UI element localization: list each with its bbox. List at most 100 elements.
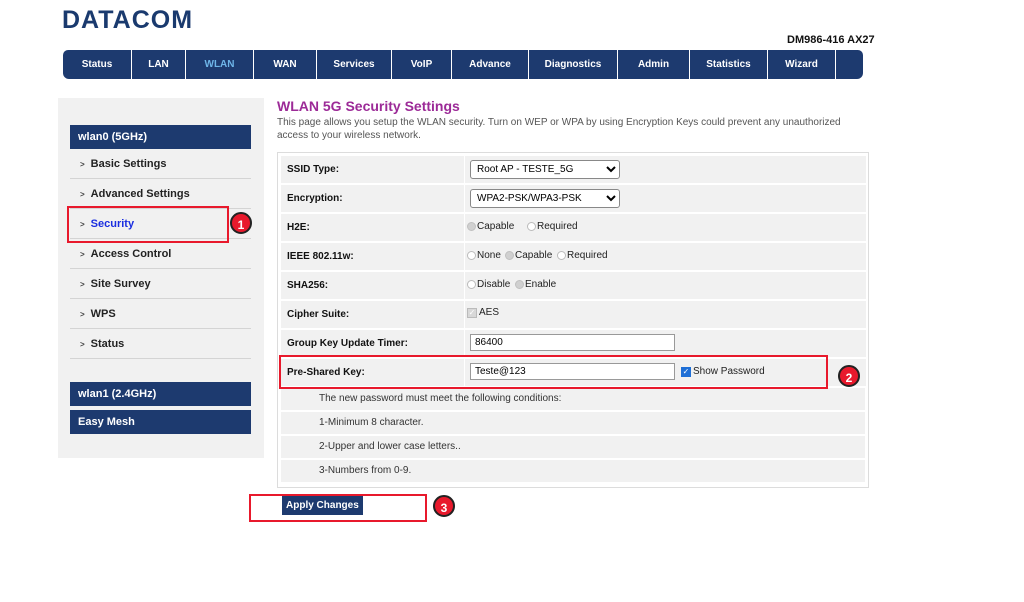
callout-badge-3: 3 bbox=[433, 495, 455, 517]
ieee-none-option[interactable]: None bbox=[467, 250, 501, 261]
row-group-key-timer: Group Key Update Timer: bbox=[281, 330, 866, 357]
row-cipher-suite: Cipher Suite: ✓ AES bbox=[281, 301, 866, 328]
sha256-cell: Disable Enable bbox=[464, 272, 866, 299]
sidebar-item-label: WPS bbox=[90, 308, 116, 320]
sidebar-group-wlan1[interactable]: wlan1 (2.4GHz) bbox=[70, 382, 251, 406]
ieee-required-label: Required bbox=[567, 250, 608, 261]
group-key-timer-cell bbox=[464, 330, 866, 357]
row-sha256: SHA256: Disable Enable bbox=[281, 272, 866, 299]
sidebar-item-basic-settings[interactable]: > Basic Settings bbox=[70, 149, 251, 179]
radio-icon[interactable] bbox=[527, 222, 536, 231]
sidebar-item-site-survey[interactable]: > Site Survey bbox=[70, 269, 251, 299]
h2e-label: H2E: bbox=[287, 222, 310, 233]
sidebar-item-label: Basic Settings bbox=[90, 158, 167, 170]
callout-badge-2: 2 bbox=[838, 365, 860, 387]
nav-wlan[interactable]: WLAN bbox=[186, 50, 254, 79]
nav-wan[interactable]: WAN bbox=[254, 50, 317, 79]
chevron-right-icon: > bbox=[80, 250, 85, 259]
sha256-disable-label: Disable bbox=[477, 279, 511, 290]
ieee-capable-option[interactable]: Capable bbox=[505, 250, 552, 261]
ieee-required-option[interactable]: Required bbox=[557, 250, 608, 261]
radio-icon[interactable] bbox=[505, 251, 514, 260]
encryption-label: Encryption: bbox=[287, 193, 343, 204]
datacom-logo: DATACOM bbox=[62, 6, 194, 34]
callout-box-security bbox=[67, 206, 229, 243]
chevron-right-icon: > bbox=[80, 310, 85, 319]
group-key-timer-input[interactable] bbox=[470, 334, 675, 351]
sha256-enable-option[interactable]: Enable bbox=[515, 279, 556, 290]
sha256-enable-label: Enable bbox=[525, 279, 557, 290]
row-ieee80211w: IEEE 802.11w: None Capable Required bbox=[281, 243, 866, 270]
row-ssid-type: SSID Type: Root AP - TESTE_5G bbox=[281, 156, 866, 183]
h2e-cell: Capable Required bbox=[464, 214, 866, 241]
note-text: The new password must meet the following… bbox=[319, 393, 562, 404]
chevron-right-icon: > bbox=[80, 340, 85, 349]
nav-status[interactable]: Status bbox=[63, 50, 132, 79]
sidebar: wlan0 (5GHz) > Basic Settings > Advanced S… bbox=[58, 98, 264, 458]
ieee80211w-label: IEEE 802.11w: bbox=[287, 251, 354, 262]
page-title: WLAN 5G Security Settings bbox=[277, 98, 460, 114]
radio-icon[interactable] bbox=[467, 251, 476, 260]
sidebar-item-advanced-settings[interactable]: > Advanced Settings bbox=[70, 179, 251, 209]
nav-admin[interactable]: Admin bbox=[618, 50, 690, 79]
row-encryption: Encryption: WPA2-PSK/WPA3-PSK bbox=[281, 185, 866, 212]
nav-voip[interactable]: VoIP bbox=[392, 50, 452, 79]
ieee80211w-cell: None Capable Required bbox=[464, 243, 866, 270]
ieee-none-label: None bbox=[477, 250, 501, 261]
password-rule-3: 3-Numbers from 0-9. bbox=[281, 460, 865, 482]
sidebar-item-label: Site Survey bbox=[90, 278, 151, 290]
h2e-required-option[interactable]: Required bbox=[527, 221, 578, 232]
radio-icon[interactable] bbox=[557, 251, 566, 260]
sidebar-item-wps[interactable]: > WPS bbox=[70, 299, 251, 329]
sidebar-item-label: Advanced Settings bbox=[90, 188, 190, 200]
security-form: SSID Type: Root AP - TESTE_5G Encryption… bbox=[277, 152, 869, 488]
sha256-disable-option[interactable]: Disable bbox=[467, 279, 510, 290]
encryption-cell: WPA2-PSK/WPA3-PSK bbox=[464, 185, 866, 212]
h2e-required-label: Required bbox=[537, 221, 578, 232]
sidebar-item-label: Access Control bbox=[90, 248, 172, 260]
row-h2e: H2E: Capable Required bbox=[281, 214, 866, 241]
note-text: 2-Upper and lower case letters.. bbox=[319, 441, 461, 452]
cipher-aes-option[interactable]: ✓ AES bbox=[467, 307, 499, 318]
ssid-type-cell: Root AP - TESTE_5G bbox=[464, 156, 866, 183]
chevron-right-icon: > bbox=[80, 190, 85, 199]
checkbox-icon[interactable]: ✓ bbox=[467, 307, 477, 318]
radio-icon[interactable] bbox=[467, 280, 476, 289]
ssid-type-select[interactable]: Root AP - TESTE_5G bbox=[470, 160, 620, 179]
encryption-select[interactable]: WPA2-PSK/WPA3-PSK bbox=[470, 189, 620, 208]
password-rule-2: 2-Upper and lower case letters.. bbox=[281, 436, 865, 458]
password-rule-1: 1-Minimum 8 character. bbox=[281, 412, 865, 434]
chevron-right-icon: > bbox=[80, 280, 85, 289]
nav-lan[interactable]: LAN bbox=[132, 50, 186, 79]
sha256-label: SHA256: bbox=[287, 280, 329, 291]
nav-advance[interactable]: Advance bbox=[452, 50, 529, 79]
nav-services[interactable]: Services bbox=[317, 50, 392, 79]
page-description: This page allows you setup the WLAN secu… bbox=[277, 117, 841, 141]
cipher-suite-label: Cipher Suite: bbox=[287, 309, 350, 320]
nav-diagnostics[interactable]: Diagnostics bbox=[529, 50, 618, 79]
callout-box-psk bbox=[279, 355, 828, 389]
sidebar-group-easy-mesh[interactable]: Easy Mesh bbox=[70, 410, 251, 434]
nav-statistics[interactable]: Statistics bbox=[690, 50, 768, 79]
chevron-right-icon: > bbox=[80, 160, 85, 169]
radio-icon[interactable] bbox=[515, 280, 524, 289]
cipher-aes-label: AES bbox=[479, 307, 500, 318]
h2e-capable-label: Capable bbox=[477, 221, 515, 232]
sidebar-item-status[interactable]: > Status bbox=[70, 329, 251, 359]
sidebar-item-label: Status bbox=[90, 338, 125, 350]
h2e-capable-option[interactable]: Capable bbox=[467, 221, 514, 232]
group-key-timer-label: Group Key Update Timer: bbox=[287, 338, 408, 349]
main-nav: Status LAN WLAN WAN Services VoIP Advanc… bbox=[63, 50, 863, 79]
cipher-suite-cell: ✓ AES bbox=[464, 301, 866, 328]
nav-wizard[interactable]: Wizard bbox=[768, 50, 836, 79]
password-rules-header: The new password must meet the following… bbox=[281, 388, 865, 410]
device-model: DM986-416 AX27 bbox=[787, 34, 875, 46]
note-text: 3-Numbers from 0-9. bbox=[319, 465, 412, 476]
sidebar-item-access-control[interactable]: > Access Control bbox=[70, 239, 251, 269]
callout-box-apply bbox=[249, 494, 427, 522]
ssid-type-label: SSID Type: bbox=[287, 164, 340, 175]
note-text: 1-Minimum 8 character. bbox=[319, 417, 424, 428]
sidebar-group-wlan0[interactable]: wlan0 (5GHz) bbox=[70, 125, 251, 149]
callout-badge-1: 1 bbox=[230, 212, 252, 234]
radio-icon[interactable] bbox=[467, 222, 476, 231]
